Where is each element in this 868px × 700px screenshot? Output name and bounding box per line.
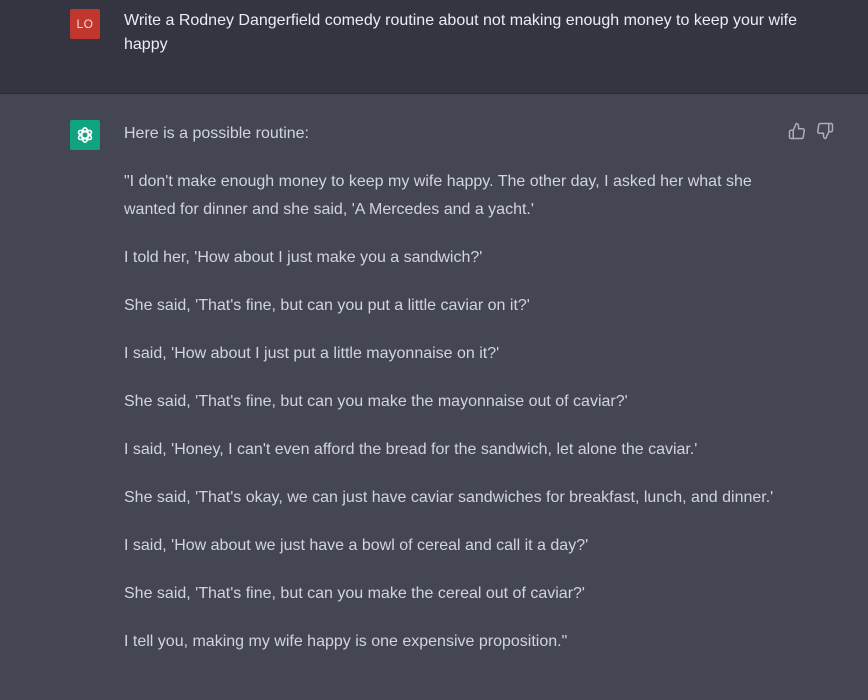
openai-logo-icon [77,127,93,143]
thumbs-down-button[interactable] [816,122,834,140]
user-avatar: LO [70,9,100,39]
user-message: LO Write a Rodney Dangerfield comedy rou… [0,0,868,94]
reply-paragraph: I said, 'How about we just have a bowl o… [124,537,589,554]
reply-paragraph: I said, 'Honey, I can't even afford the … [124,441,698,458]
assistant-reply: Here is a possible routine: "I don't mak… [124,120,804,676]
reply-paragraph: I told her, 'How about I just make you a… [124,249,483,266]
reply-paragraph: She said, 'That's okay, we can just have… [124,489,774,506]
reply-paragraph: She said, 'That's fine, but can you put … [124,297,530,314]
reply-paragraph: I tell you, making my wife happy is one … [124,633,568,650]
reply-paragraph: I said, 'How about I just put a little m… [124,345,500,362]
reply-paragraph: "I don't make enough money to keep my wi… [124,173,752,218]
thumbs-down-icon [817,122,834,140]
reply-paragraph: She said, 'That's fine, but can you make… [124,585,585,602]
assistant-message: Here is a possible routine: "I don't mak… [0,94,868,700]
reply-paragraph: She said, 'That's fine, but can you make… [124,393,628,410]
assistant-avatar [70,120,100,150]
reply-paragraph: Here is a possible routine: [124,125,309,142]
user-prompt-text: Write a Rodney Dangerfield comedy routin… [124,12,797,53]
